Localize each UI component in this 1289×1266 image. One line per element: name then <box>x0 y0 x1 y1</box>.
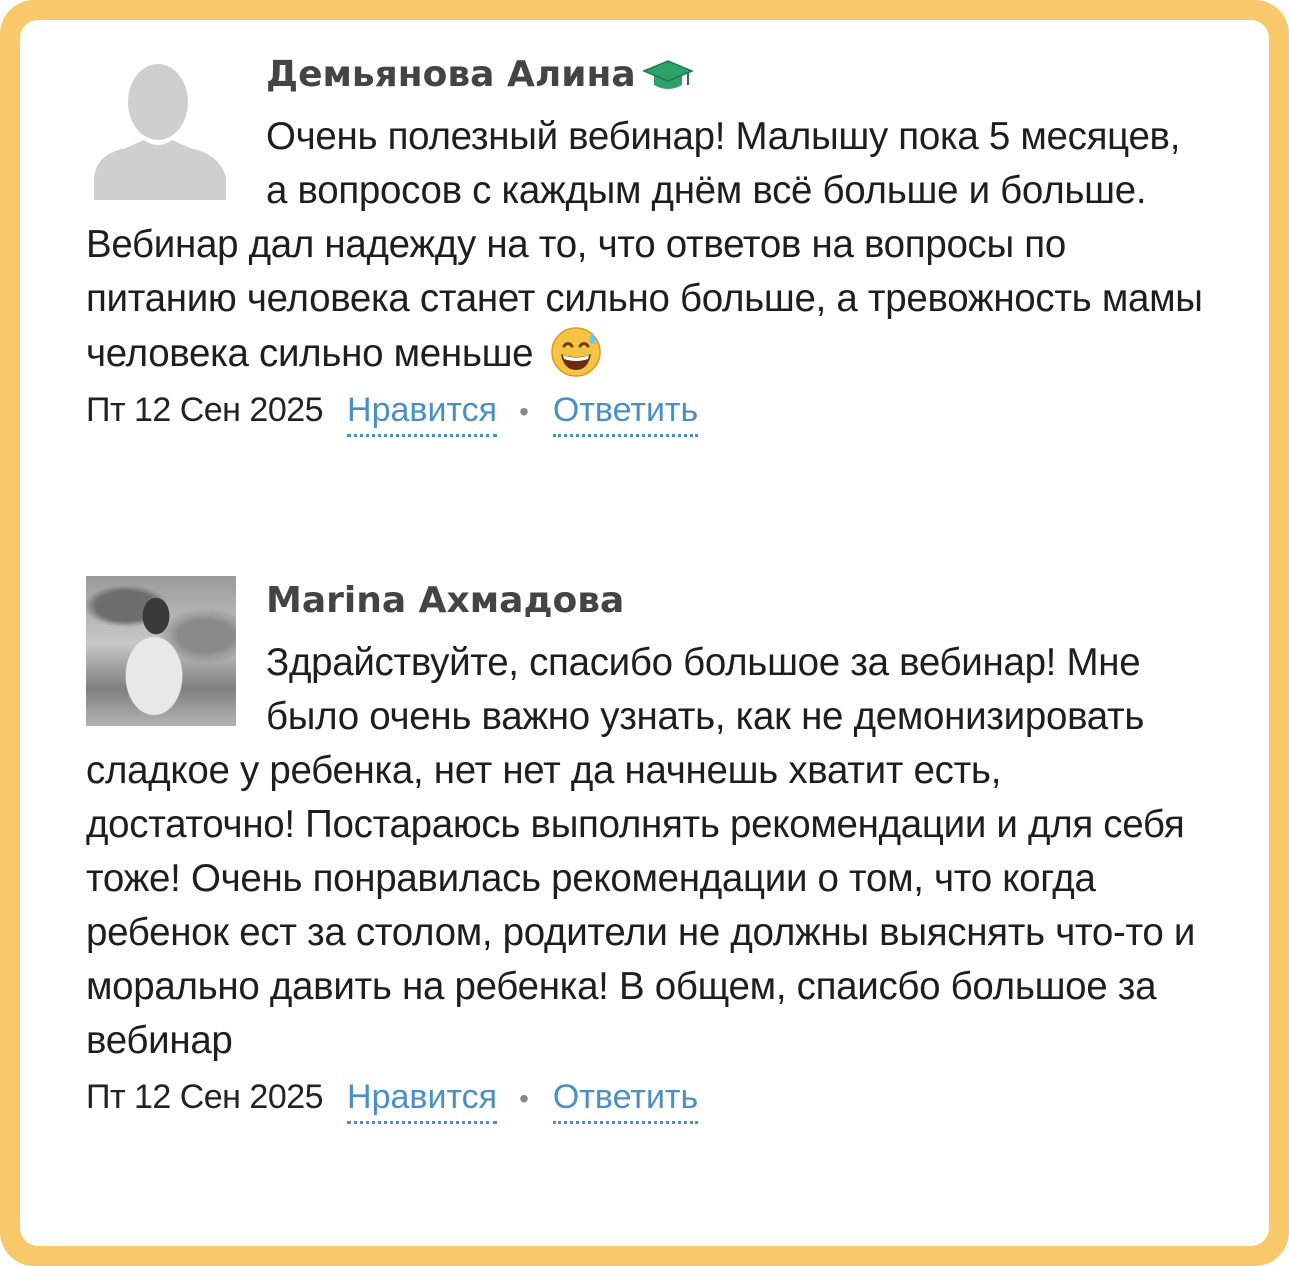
card-frame: Демьянова Алина Очень полезный вебинар! … <box>0 0 1289 1266</box>
author-name[interactable]: Демьянова Алина <box>266 52 1206 98</box>
grinning-sweat-emoji-icon <box>550 327 601 377</box>
comment-text: Очень полезный вебинар! Малышу пока 5 ме… <box>86 110 1206 381</box>
comment-date: Пт 12 Сен 2025 <box>86 391 324 429</box>
comment: Демьянова Алина Очень полезный вебинар! … <box>86 50 1206 437</box>
like-link[interactable]: Нравится <box>347 391 498 437</box>
author-name[interactable]: Marina Ахмадова <box>266 578 1206 624</box>
graduation-cap-icon <box>641 60 694 89</box>
comment-text-body: Очень полезный вебинар! Малышу пока 5 ме… <box>86 115 1203 375</box>
comment-date: Пт 12 Сен 2025 <box>86 1078 324 1116</box>
meta-separator: • <box>519 1083 529 1114</box>
reply-link[interactable]: Ответить <box>552 391 699 437</box>
comment: Marina Ахмадова Здрайствуйте, спасибо бо… <box>86 576 1206 1124</box>
user-silhouette-icon <box>94 64 226 200</box>
avatar-photo[interactable] <box>86 576 236 726</box>
author-name-text[interactable]: Marina Ахмадова <box>266 578 624 624</box>
reply-link[interactable]: Ответить <box>552 1078 699 1124</box>
avatar-placeholder[interactable] <box>86 50 236 200</box>
comment-text: Здрайствуйте, спасибо большое за вебинар… <box>86 636 1206 1068</box>
meta-separator: • <box>519 396 529 427</box>
comment-meta: Пт 12 Сен 2025 Нравится • Ответить <box>86 381 1206 437</box>
comment-meta: Пт 12 Сен 2025 Нравится • Ответить <box>86 1068 1206 1124</box>
comments-card: Демьянова Алина Очень полезный вебинар! … <box>20 20 1269 1246</box>
author-name-text[interactable]: Демьянова Алина <box>266 52 636 98</box>
like-link[interactable]: Нравится <box>347 1078 498 1124</box>
comment-text-body: Здрайствуйте, спасибо большое за вебинар… <box>86 641 1196 1062</box>
